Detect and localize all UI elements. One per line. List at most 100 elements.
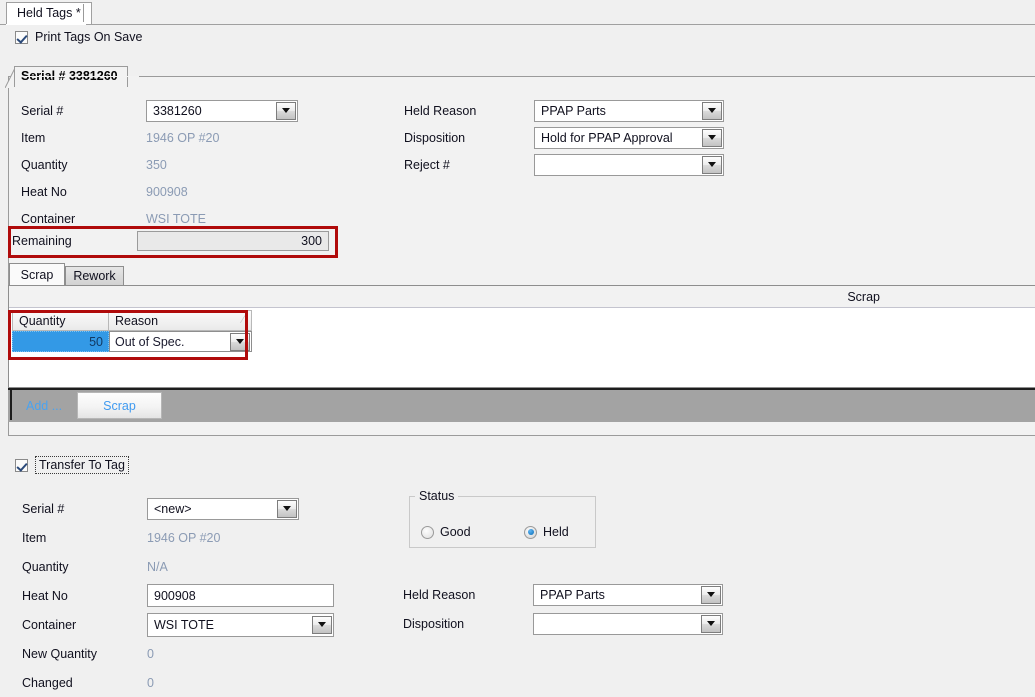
field-row-changed: Changed 0 [22,668,334,697]
radio-label-held: Held [543,525,569,539]
label-heat-no: Heat No [21,184,67,199]
cell-reason-combo[interactable]: Out of Spec. [109,331,252,352]
combo-value-held-reason: PPAP Parts [541,103,606,118]
chevron-down-icon-reason-cell[interactable] [230,332,250,351]
field-row-item: Item 1946 OP #20 [21,124,298,151]
chevron-down-icon-transfer-disposition[interactable] [701,614,721,633]
value-container: WSI TOTE [146,211,206,226]
combo-value-disposition: Hold for PPAP Approval [541,130,673,145]
combo-held-reason[interactable]: PPAP Parts [534,99,724,122]
label-reject-number: Reject # [404,157,450,172]
field-row-heat-no: Heat No 900908 [21,178,298,205]
chevron-down-icon-held-reason[interactable] [702,101,722,120]
input-transfer-heat-no[interactable]: 900908 [147,584,334,607]
print-tags-on-save-label: Print Tags On Save [35,30,143,44]
status-group-title: Status [415,489,459,503]
combo-reject-number[interactable] [534,153,724,176]
scrap-toolbar-inner [10,390,1035,420]
column-header-quantity-label: Quantity [19,313,66,328]
label-serial-number: Serial # [21,103,64,118]
transfer-to-tag-row[interactable]: Transfer To Tag [15,456,129,474]
label-remaining: Remaining [12,234,72,248]
sort-indicator-icon-reason: ⁄ [242,314,244,326]
scrap-grid: Scrap Quantity Reason ⁄ 50 Out of Spec. [8,285,1035,388]
combo-serial-number[interactable]: 3381260 [146,99,298,122]
chevron-down-icon-transfer-container[interactable] [312,615,332,634]
label-new-quantity: New Quantity [22,646,98,661]
status-radio-good[interactable]: Good [421,525,471,539]
chevron-down-icon-transfer-held-reason[interactable] [701,585,721,604]
value-transfer-item: 1946 OP #20 [147,530,221,545]
label-disposition: Disposition [404,130,466,145]
cell-reason-value: Out of Spec. [115,334,185,349]
radio-label-good: Good [440,525,471,539]
combo-value-transfer-container: WSI TOTE [154,617,214,632]
field-row-transfer-serial-number: Serial # <new> [22,494,334,523]
field-row-transfer-heat-no: Heat No 900908 [22,581,334,610]
field-row-transfer-item: Item 1946 OP #20 [22,523,334,552]
field-row-transfer-held-reason: Held Reason PPAP Parts [403,580,723,609]
field-row-held-reason: Held Reason PPAP Parts [404,97,724,124]
combo-transfer-container[interactable]: WSI TOTE [147,612,334,637]
radio-icon-held[interactable] [524,525,537,539]
checkbox-icon-print-tags[interactable] [15,30,28,44]
scrap-grid-header-row: Quantity Reason ⁄ [12,310,252,331]
status-radio-held[interactable]: Held [524,525,569,539]
chevron-down-icon-transfer-serial-number[interactable] [277,499,297,518]
label-item: Item [21,130,46,145]
combo-value-serial-number: 3381260 [153,103,202,118]
value-quantity: 350 [146,157,167,172]
field-row-transfer-container: Container WSI TOTE [22,610,334,639]
scrap-rework-tab-strip: Scrap Rework [8,263,1035,285]
tab-scrap[interactable]: Scrap [9,263,65,285]
checkbox-icon-transfer-to-tag[interactable] [15,458,28,472]
chevron-down-icon-serial-number[interactable] [276,101,296,120]
combo-transfer-disposition[interactable] [533,612,723,635]
transfer-right-form: Held Reason PPAP Parts Disposition [403,580,723,638]
cell-quantity-selected[interactable]: 50 [12,331,109,352]
table-row[interactable]: 50 Out of Spec. [12,331,252,352]
serial-left-form: Serial # 3381260 Item 1946 OP #20 Quanti… [21,97,298,232]
column-header-reason-label: Reason [115,313,159,328]
radio-icon-good[interactable] [421,525,434,539]
chevron-down-icon-disposition[interactable] [702,128,722,147]
value-item: 1946 OP #20 [146,130,220,145]
column-header-quantity[interactable]: Quantity [12,310,109,331]
label-transfer-serial-number: Serial # [22,501,65,516]
serial-right-form: Held Reason PPAP Parts Disposition Hold … [404,97,724,178]
panel-bottom-edge [8,428,1035,436]
column-header-reason[interactable]: Reason ⁄ [109,310,252,331]
tab-active-underlap [6,24,86,25]
panel-tab-join [16,76,139,77]
combo-transfer-serial-number[interactable]: <new> [147,497,299,520]
value-transfer-quantity: N/A [147,559,168,574]
label-transfer-quantity: Quantity [22,559,69,574]
field-row-container: Container WSI TOTE [21,205,298,232]
field-row-transfer-quantity: Quantity N/A [22,552,334,581]
value-remaining: 300 [137,231,329,251]
tab-held-tags[interactable]: Held Tags * [6,2,92,24]
combo-disposition[interactable]: Hold for PPAP Approval [534,126,724,149]
value-new-quantity: 0 [147,646,154,661]
value-changed: 0 [147,675,154,690]
field-row-serial-number: Serial # 3381260 [21,97,298,124]
label-held-reason: Held Reason [404,103,477,118]
tab-strip-baseline [0,24,1035,25]
combo-transfer-held-reason[interactable]: PPAP Parts [533,583,723,606]
value-heat-no: 900908 [146,184,188,199]
print-tags-on-save-row[interactable]: Print Tags On Save [15,30,142,44]
label-transfer-disposition: Disposition [403,616,465,631]
combo-value-transfer-serial-number: <new> [154,501,192,516]
scrap-toolbar: Add ... Scrap [8,388,1035,422]
transfer-left-form: Serial # <new> Item 1946 OP #20 Quantity… [22,494,334,697]
combo-value-transfer-held-reason: PPAP Parts [540,587,605,602]
tab-rework[interactable]: Rework [65,266,124,285]
field-row-reject-number: Reject # [404,151,724,178]
field-row-quantity: Quantity 350 [21,151,298,178]
chevron-down-icon-reject-number[interactable] [702,155,722,174]
scrap-button[interactable]: Scrap [77,392,162,419]
label-transfer-item: Item [22,530,47,545]
add-link[interactable]: Add ... [26,399,62,413]
label-changed: Changed [22,675,73,690]
document-tab-strip: Held Tags * [0,0,1035,25]
